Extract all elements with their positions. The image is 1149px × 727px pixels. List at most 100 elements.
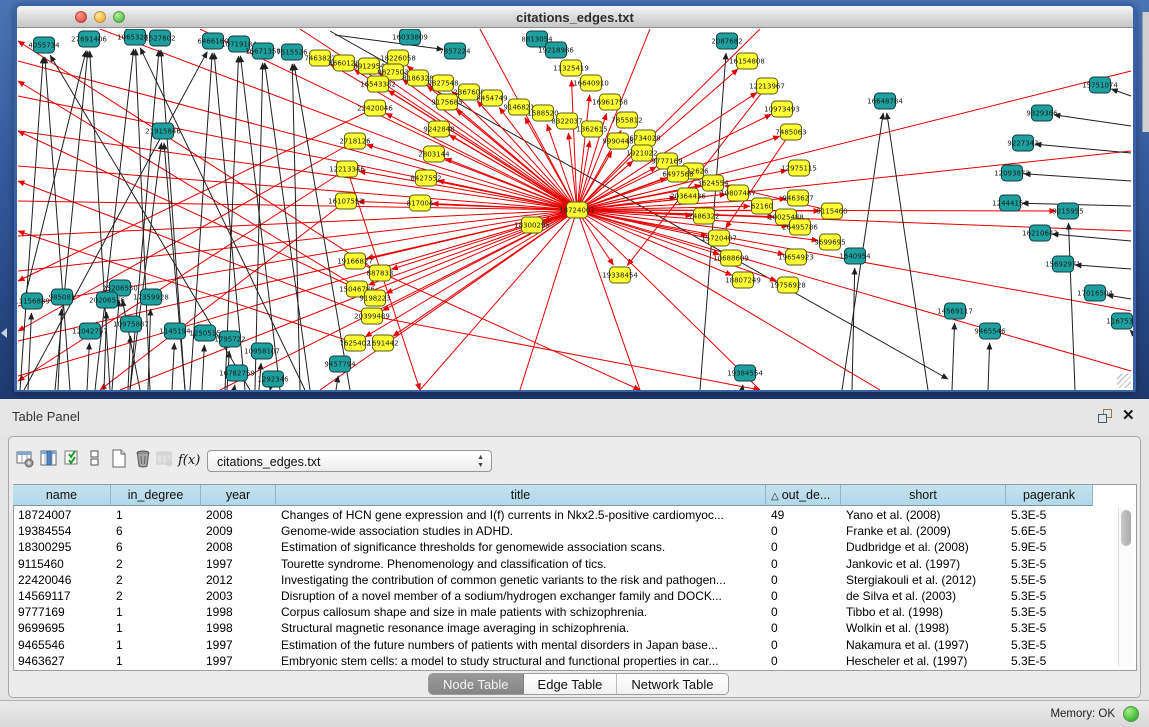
graph-node[interactable]: 9699695: [814, 234, 845, 250]
table-cell: Nakamura et al. (1997): [841, 637, 1006, 653]
tab-edge-table[interactable]: Edge Table: [524, 674, 618, 694]
graph-node[interactable]: 2087682: [711, 33, 742, 49]
table-row[interactable]: 1872400712008Changes of HCN gene express…: [13, 507, 1113, 523]
graph-node[interactable]: 9115460: [816, 203, 847, 219]
table-row[interactable]: 946362711997Embryonic stem cells: a mode…: [13, 653, 1113, 669]
table-scrollbar[interactable]: [1118, 508, 1133, 666]
column-header-1[interactable]: in_degree: [111, 485, 201, 506]
graph-node[interactable]: 1167534: [1106, 313, 1133, 329]
graph-edge: [20, 57, 43, 390]
table-row[interactable]: 2242004622012Investigating the contribut…: [13, 572, 1113, 588]
graph-node[interactable]: 9457794: [324, 356, 356, 372]
graph-node-label: 12213967: [749, 83, 785, 91]
table-scrollbar-thumb[interactable]: [1121, 510, 1131, 546]
graph-node[interactable]: 12975115: [781, 160, 817, 176]
graph-node[interactable]: 887833: [367, 265, 394, 281]
table-row[interactable]: 1830029562008Estimation of significance …: [13, 539, 1113, 555]
tab-network-table[interactable]: Network Table: [617, 674, 727, 694]
graph-node[interactable]: 11156889: [17, 293, 50, 309]
graph-node-label: 21915846: [145, 128, 181, 136]
graph-node[interactable]: 9329366: [1026, 105, 1058, 121]
table-row[interactable]: 1456911722003Disruption of a novel membe…: [13, 588, 1113, 604]
graph-node[interactable]: 7515526: [276, 44, 308, 60]
table-mode-button[interactable]: [14, 449, 36, 473]
show-column-button[interactable]: [38, 449, 60, 473]
graph-node[interactable]: 20399489: [354, 308, 390, 324]
graph-node[interactable]: 19338454: [602, 267, 638, 283]
graph-node[interactable]: 15751074: [1082, 77, 1118, 93]
column-header-5[interactable]: short: [841, 485, 1006, 506]
graph-edge: [255, 63, 263, 390]
function-builder-button[interactable]: f(x): [178, 449, 200, 473]
graph-edge: [265, 63, 310, 390]
graph-node[interactable]: 7485063: [775, 124, 806, 140]
table-row[interactable]: 969969511998Structural magnetic resonanc…: [13, 620, 1113, 636]
column-header-3[interactable]: title: [276, 485, 766, 506]
graph-node[interactable]: 1145194: [159, 323, 191, 339]
graph-node[interactable]: 9227343: [1007, 135, 1038, 151]
float-panel-icon[interactable]: [1098, 409, 1114, 424]
delete-column-button[interactable]: [132, 449, 154, 473]
graph-node[interactable]: 12213967: [749, 78, 785, 94]
graph-node-label: 20399489: [354, 313, 390, 321]
column-header-6[interactable]: pagerank: [1006, 485, 1093, 506]
graph-node-label: 1362615: [576, 126, 607, 134]
close-panel-icon[interactable]: ✕: [1122, 406, 1135, 424]
table-row[interactable]: 977716911998Corpus callosum shape and si…: [13, 604, 1113, 620]
graph-node[interactable]: 12213346: [329, 161, 365, 177]
column-header-0[interactable]: name: [13, 485, 111, 506]
table-header-row: namein_degreeyeartitle△out_de...shortpag…: [13, 485, 1093, 506]
graph-node[interactable]: 16648784: [867, 93, 903, 109]
table-cell: 0: [766, 572, 841, 588]
graph-node-label: 7855812: [611, 117, 642, 125]
table-row[interactable]: 1938455462009Genome-wide association stu…: [13, 523, 1113, 539]
tab-node-table[interactable]: Node Table: [429, 674, 524, 694]
column-header-4[interactable]: △out_de...: [766, 485, 841, 506]
table-cell: 0: [766, 539, 841, 555]
graph-node-label: 11325419: [553, 65, 589, 73]
panel-collapse-icon[interactable]: [1, 328, 7, 338]
graph-node-label: 18300295: [514, 222, 550, 230]
graph-node[interactable]: 1691442: [367, 335, 398, 351]
graph-node[interactable]: 985081: [49, 289, 76, 305]
graph-node[interactable]: 12444154: [992, 195, 1028, 211]
graph-node[interactable]: 16154808: [729, 53, 765, 69]
graph-node[interactable]: 15692971: [1045, 256, 1081, 272]
graph-node-label: 12213346: [329, 166, 365, 174]
graph-node[interactable]: 17016504: [1077, 285, 1113, 301]
graph-node[interactable]: 19384554: [727, 365, 763, 381]
graph-node[interactable]: 10975887: [113, 316, 149, 332]
graph-node[interactable]: 817004: [407, 195, 434, 211]
graph-node[interactable]: 1292346: [257, 371, 289, 387]
table-row[interactable]: 911546021997Tourette syndrome. Phenomeno…: [13, 556, 1113, 572]
graph-node[interactable]: 1527602: [144, 30, 175, 46]
graph-node[interactable]: 7857224: [439, 43, 471, 59]
graph-node[interactable]: 7625402: [339, 335, 370, 351]
column-header-2[interactable]: year: [201, 485, 276, 506]
graph-node[interactable]: 19756928: [770, 277, 806, 293]
graph-node[interactable]: 62160: [751, 198, 773, 214]
graph-node[interactable]: 9465546: [974, 323, 1006, 339]
column-selection-button[interactable]: [62, 449, 84, 473]
table-row[interactable]: 946554611997Estimation of the future num…: [13, 637, 1113, 653]
graph-node[interactable]: 12093872: [994, 165, 1030, 181]
graph-node[interactable]: 1640954: [839, 248, 871, 264]
network-canvas[interactable]: 1872400774638228660128891295418226058982…: [17, 29, 1133, 390]
table-selector-dropdown[interactable]: citations_edges.txt ▲▼: [207, 450, 492, 472]
graph-node[interactable]: 11325419: [553, 60, 589, 76]
graph-node[interactable]: 27691406: [71, 31, 107, 47]
graph-node[interactable]: 16782759: [219, 365, 255, 381]
graph-node[interactable]: 16033809: [392, 29, 428, 45]
graph-edge: [420, 210, 577, 390]
table-cell: Changes of HCN gene expression and I(f) …: [276, 507, 766, 523]
graph-edge: [18, 201, 577, 210]
graph-node[interactable]: 16640910: [573, 75, 609, 91]
create-column-button[interactable]: [108, 449, 130, 473]
graph-node[interactable]: 9215955: [1052, 203, 1083, 219]
window-resize-grip[interactable]: [1117, 374, 1131, 388]
graph-node[interactable]: 19654923: [778, 249, 814, 265]
row-height-button[interactable]: [84, 449, 106, 473]
window-titlebar[interactable]: citations_edges.txt: [17, 6, 1133, 28]
graph-node-label: 9463627: [782, 195, 813, 203]
graph-node[interactable]: 9463627: [782, 190, 813, 206]
